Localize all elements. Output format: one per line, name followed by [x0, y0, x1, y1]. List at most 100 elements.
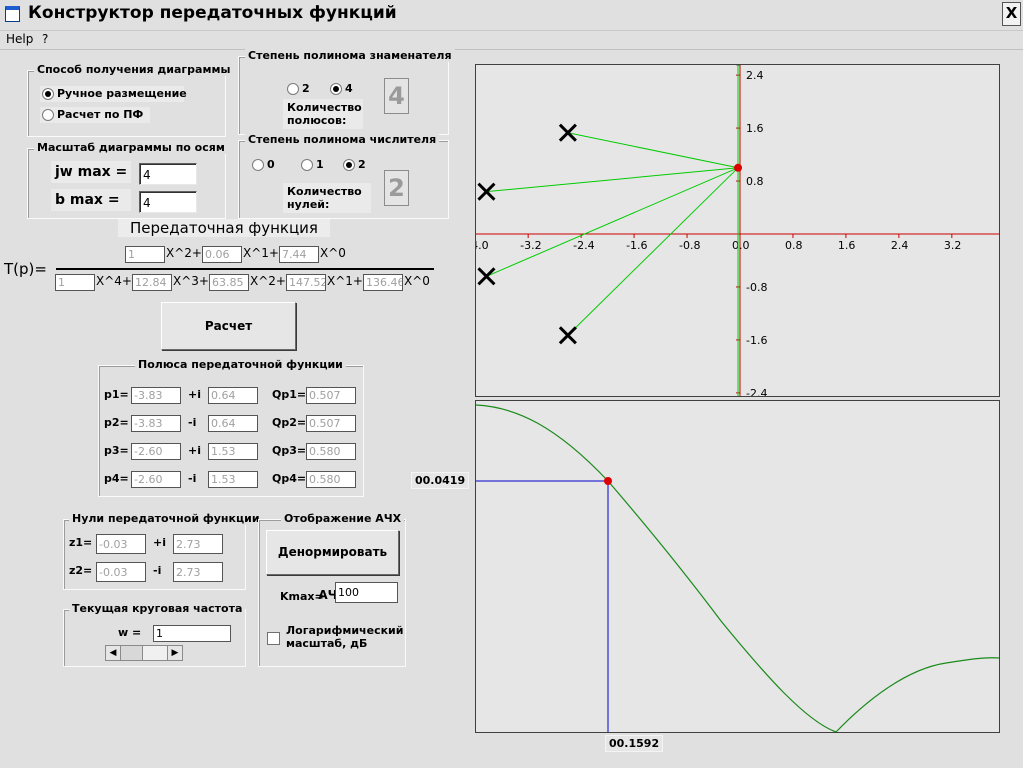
den-coef-2[interactable]: 63.85: [209, 274, 249, 291]
pole-real-input[interactable]: -3.83: [131, 415, 181, 432]
x-tick-label: 0.8: [785, 239, 803, 252]
pole-vector-line: [486, 167, 739, 277]
pole-q-name: Qp1=: [272, 388, 307, 401]
num-term-1: X^1+: [243, 246, 279, 260]
pole-real-input[interactable]: -2.60: [131, 471, 181, 488]
radio-manual-row[interactable]: Ручное размещение: [40, 86, 187, 102]
menu-question[interactable]: ?: [42, 32, 48, 46]
pole-vector-line: [567, 132, 739, 169]
pole-real-input[interactable]: -3.83: [131, 387, 181, 404]
scale-group: Масштаб диаграммы по осям jw max = 4 b m…: [27, 141, 228, 219]
window-title: Конструктор передаточных функций: [28, 3, 397, 23]
den-term-1: X^1+: [327, 274, 363, 288]
radio-denom-2-label: 2: [302, 82, 310, 95]
zero-imag-input[interactable]: 2.73: [173, 534, 223, 554]
menu-help[interactable]: Help: [6, 32, 33, 46]
num-term-2: X^2+: [166, 246, 202, 260]
x-tick-label: 0.0: [732, 239, 750, 252]
zero-real-input[interactable]: -0.03: [96, 562, 146, 582]
pole-imag-input[interactable]: 1.53: [208, 443, 258, 460]
radio-calc[interactable]: [42, 109, 54, 121]
scroll-left-icon[interactable]: ◀: [106, 646, 121, 660]
pole-q-name: Qp3=: [272, 444, 307, 457]
x-readout: 00.1592: [605, 735, 664, 752]
title-bar: Конструктор передаточных функций X: [0, 0, 1023, 31]
den-coef-3[interactable]: 12.84: [132, 274, 172, 291]
jw-max-label: jw max =: [51, 161, 131, 183]
jw-max-input[interactable]: 4: [139, 163, 197, 185]
numerator-degree-group: Степень полинома числителя 0 1 2 Количес…: [238, 133, 449, 219]
num-term-0: X^0: [320, 246, 346, 260]
zero-count-label-box: Количество нулей:: [283, 183, 371, 213]
zero-name: z1=: [69, 536, 93, 549]
pole-q-input[interactable]: 0.507: [306, 415, 356, 432]
scroll-right-icon[interactable]: ▶: [167, 646, 182, 660]
pole-count-label-box: Количество полюсов:: [283, 99, 363, 129]
window-icon: [5, 6, 20, 22]
den-coef-4[interactable]: 1: [55, 274, 95, 291]
x-tick-label: -4.0: [476, 239, 489, 252]
radio-denom-4[interactable]: [330, 83, 342, 95]
den-term-2: X^2+: [250, 274, 286, 288]
fraction-bar: [56, 268, 434, 270]
den-term-0: X^0: [404, 274, 430, 288]
radio-num-0[interactable]: [252, 159, 264, 171]
b-max-input[interactable]: 4: [139, 191, 197, 213]
w-input[interactable]: 1: [153, 625, 231, 642]
pole-zero-svg: -4.0-3.2-2.4-1.6-0.80.00.81.62.43.24.03.…: [476, 65, 999, 396]
pole-q-name: Qp4=: [272, 472, 307, 485]
x-tick-label: -1.6: [626, 239, 647, 252]
num-coef-0[interactable]: 7.44: [279, 246, 319, 263]
radio-num-1[interactable]: [301, 159, 313, 171]
pole-real-input[interactable]: -2.60: [131, 443, 181, 460]
x-tick-label: 3.2: [944, 239, 962, 252]
pole-q-input[interactable]: 0.580: [306, 471, 356, 488]
log-scale-checkbox[interactable]: [267, 632, 280, 645]
pole-imag-input[interactable]: 0.64: [208, 415, 258, 432]
pole-imag-input[interactable]: 1.53: [208, 471, 258, 488]
calculate-button[interactable]: Расчет: [161, 302, 296, 350]
scroll-thumb[interactable]: [142, 646, 168, 660]
radio-denom-4-label: 4: [345, 82, 353, 95]
y-tick-label: -0.8: [746, 281, 767, 294]
zero-imag-input[interactable]: 2.73: [173, 562, 223, 582]
denormalize-button[interactable]: Денормировать АЧХ: [266, 530, 399, 602]
x-tick-label: -2.4: [573, 239, 594, 252]
pole-q-name: Qp2=: [272, 416, 307, 429]
frequency-response-svg: [476, 404, 999, 732]
pole-q-input[interactable]: 0.507: [306, 387, 356, 404]
pole-zero-plot[interactable]: -4.0-3.2-2.4-1.6-0.80.00.81.62.43.24.03.…: [475, 64, 1000, 397]
y-tick-label: -1.6: [746, 334, 767, 347]
radio-denom-2[interactable]: [287, 83, 299, 95]
den-coef-0[interactable]: 136.46: [363, 274, 403, 291]
ach-group: Отображение АЧХ Денормировать АЧХ Kmax= …: [258, 512, 406, 667]
radio-num-0-label: 0: [267, 158, 275, 171]
y-tick-label: 2.4: [746, 69, 764, 82]
kmax-label: Kmax=: [280, 590, 324, 603]
denominator-degree-group: Степень полинома знаменателя 2 4 Количес…: [238, 49, 455, 135]
w-scrollbar[interactable]: ◀ ▶: [105, 645, 183, 661]
cursor-point: [734, 163, 743, 172]
frequency-response-plot[interactable]: [475, 400, 1000, 733]
zero-real-input[interactable]: -0.03: [96, 534, 146, 554]
w-label: w =: [118, 626, 142, 639]
zero-count-display: 2: [384, 170, 409, 206]
y-tick-label: -2.4: [746, 387, 767, 396]
radio-num-2[interactable]: [343, 159, 355, 171]
x-tick-label: 1.6: [838, 239, 856, 252]
pole-count-label-2: полюсов:: [287, 114, 347, 127]
num-coef-2[interactable]: 1: [125, 246, 165, 263]
method-group-label: Способ получения диаграммы: [34, 63, 234, 76]
pole-imag-input[interactable]: 0.64: [208, 387, 258, 404]
pole-q-input[interactable]: 0.580: [306, 443, 356, 460]
den-coef-1[interactable]: 147.52: [286, 274, 326, 291]
radio-manual[interactable]: [42, 88, 54, 100]
num-coef-1[interactable]: 0.06: [202, 246, 242, 263]
radio-calc-row[interactable]: Расчет по ПФ: [40, 107, 150, 123]
den-term-4: X^4+: [96, 274, 132, 288]
kmax-input[interactable]: 100: [335, 582, 398, 603]
radio-num-2-label: 2: [358, 158, 366, 171]
method-group: Способ получения диаграммы Ручное размещ…: [27, 63, 234, 137]
close-button[interactable]: X: [1002, 2, 1021, 26]
pole-count-display: 4: [384, 78, 409, 114]
